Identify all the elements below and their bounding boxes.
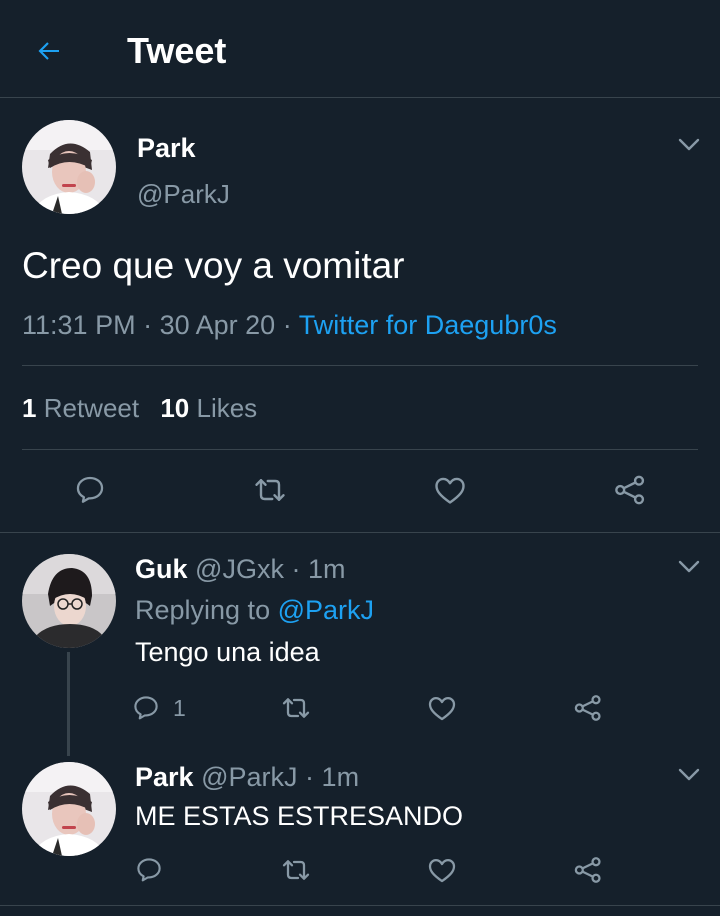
- share-icon: [574, 695, 601, 721]
- reply-author-name[interactable]: Park: [135, 762, 194, 792]
- likes-count: 10: [160, 393, 190, 423]
- chevron-down-icon: [678, 138, 700, 151]
- heart-icon: [435, 477, 465, 504]
- like-button[interactable]: [428, 468, 472, 512]
- likes-label: Likes: [196, 393, 258, 423]
- retweets-stat[interactable]: 1 Retweet: [22, 393, 146, 423]
- reply-count: 1: [173, 694, 186, 721]
- avatar-photo: [22, 554, 116, 648]
- reply-avatar[interactable]: [22, 554, 116, 648]
- tweet-stats: 1 Retweet 10 Likes: [22, 392, 257, 424]
- reply-button[interactable]: [131, 852, 167, 888]
- reply-author-name[interactable]: Guk: [135, 554, 188, 584]
- reply-avatar[interactable]: [22, 762, 116, 856]
- author-handle[interactable]: @ParkJ: [137, 178, 230, 210]
- share-button[interactable]: [570, 852, 606, 888]
- chevron-down-icon: [678, 768, 700, 781]
- meta-separator: ·: [143, 310, 153, 340]
- divider: [22, 449, 698, 450]
- likes-stat[interactable]: 10 Likes: [160, 393, 257, 423]
- reply-author-handle[interactable]: @JGxk: [195, 554, 284, 584]
- retweet-button[interactable]: [278, 690, 314, 726]
- tweet-time: 11:31 PM: [22, 310, 136, 340]
- reply-icon: [137, 858, 161, 882]
- reply-button[interactable]: [68, 468, 112, 512]
- share-button[interactable]: [570, 690, 606, 726]
- divider: [0, 905, 720, 906]
- top-bar: Tweet: [0, 0, 720, 98]
- share-icon: [615, 475, 645, 505]
- reply-header: Park @ParkJ · 1m: [135, 761, 359, 793]
- arrow-left-icon: [38, 42, 59, 60]
- replying-label: Replying to: [135, 595, 271, 625]
- reply-time: 1m: [321, 762, 360, 792]
- heart-icon: [428, 697, 456, 721]
- reply-time: 1m: [307, 554, 346, 584]
- divider: [0, 532, 720, 533]
- reply-icon: [134, 696, 158, 720]
- tweet-date: 30 Apr 20: [159, 310, 276, 340]
- reply-header: Guk @JGxk · 1m: [135, 553, 346, 585]
- tweet-options-button[interactable]: [676, 134, 702, 156]
- author-name[interactable]: Park: [137, 132, 196, 164]
- retweet-icon: [282, 698, 310, 718]
- reply-icon: [76, 476, 104, 503]
- avatar-photo: [22, 120, 116, 214]
- thread-line: [67, 652, 70, 756]
- retweet-icon: [282, 860, 310, 880]
- replying-to: Replying to @ParkJ: [135, 594, 374, 626]
- share-button[interactable]: [608, 468, 652, 512]
- retweet-icon: [255, 479, 285, 501]
- reply-options-button[interactable]: [676, 764, 702, 786]
- like-button[interactable]: [424, 852, 460, 888]
- divider: [22, 365, 698, 366]
- tweet-source-link[interactable]: Twitter for Daegubr0s: [299, 310, 557, 340]
- reply-text: Tengo una idea: [135, 637, 320, 667]
- retweet-button[interactable]: [278, 852, 314, 888]
- author-avatar[interactable]: [22, 120, 116, 214]
- share-icon: [574, 857, 601, 883]
- back-button[interactable]: [32, 34, 66, 68]
- retweets-count: 1: [22, 393, 37, 423]
- replying-to-link[interactable]: @ParkJ: [278, 595, 374, 625]
- reply-button[interactable]: 1: [131, 690, 201, 726]
- meta-separator: ·: [305, 762, 315, 792]
- heart-icon: [428, 859, 456, 883]
- chevron-down-icon: [678, 560, 700, 573]
- tweet-meta: 11:31 PM · 30 Apr 20 · Twitter for Daegu…: [22, 308, 557, 342]
- avatar-photo: [22, 762, 116, 856]
- reply-text: ME ESTAS ESTRESANDO: [135, 801, 464, 831]
- retweet-button[interactable]: [248, 468, 292, 512]
- meta-separator: ·: [291, 554, 301, 584]
- tweet-text: Creo que voy a vomitar: [22, 245, 405, 286]
- retweets-label: Retweet: [43, 393, 140, 423]
- reply-author-handle[interactable]: @ParkJ: [201, 762, 297, 792]
- like-button[interactable]: [424, 690, 460, 726]
- page-title: Tweet: [127, 30, 227, 71]
- reply-options-button[interactable]: [676, 556, 702, 578]
- meta-separator: ·: [282, 310, 292, 340]
